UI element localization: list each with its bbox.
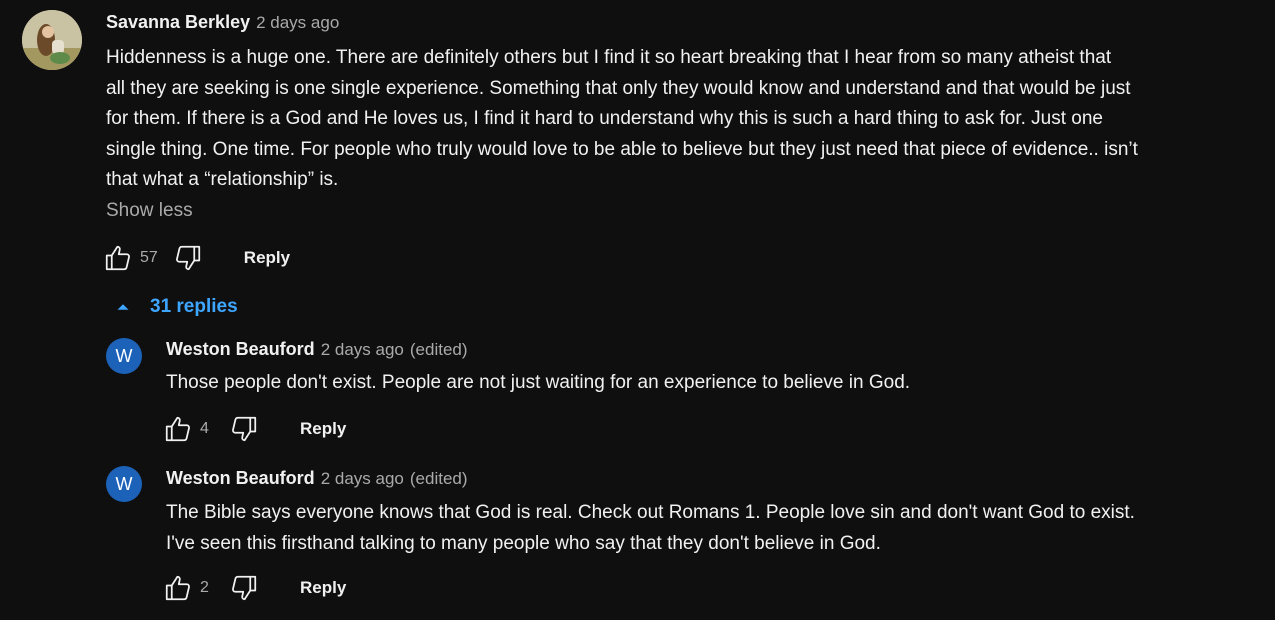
reply-edited-label: (edited) [409, 340, 468, 359]
reply-line: I've seen this firsthand talking to many… [166, 532, 881, 554]
reply-button[interactable]: Reply [300, 419, 346, 439]
replies-count-label: 31 replies [150, 296, 238, 317]
like-count: 2 [200, 579, 209, 596]
reply-line: Those people don't exist. People are not… [166, 372, 911, 393]
comment-body: Hiddenness is a huge one. There are defi… [106, 43, 1256, 196]
thumbs-up-icon [165, 416, 190, 442]
reply-time[interactable]: 2 days ago [321, 469, 404, 489]
comment-line: for them. If there is a God and He loves… [106, 108, 1103, 129]
replies-toggle-button[interactable]: 31 replies [112, 296, 238, 318]
reply-button[interactable]: Reply [244, 248, 290, 268]
reply-button[interactable]: Reply [300, 578, 346, 598]
reply-author[interactable]: Weston Beauford [166, 468, 315, 489]
reply-header: Weston Beauford 2 days ago (edited) [166, 339, 468, 360]
reply-edited-label: (edited) [409, 469, 468, 488]
dislike-button[interactable] [172, 242, 204, 274]
like-button[interactable] [162, 413, 194, 445]
like-button[interactable] [162, 572, 194, 604]
comment-line: all they are seeking is one single exper… [106, 77, 1131, 99]
thumbs-down-icon [175, 245, 200, 271]
comment-header: Savanna Berkley 2 days ago [106, 12, 339, 33]
like-count: 4 [200, 420, 209, 437]
reply-header: Weston Beauford 2 days ago (edited) [166, 468, 468, 489]
dislike-button[interactable] [228, 413, 260, 445]
comment-line: single thing. One time. For people who t… [106, 138, 1138, 160]
comment-author[interactable]: Savanna Berkley [106, 12, 250, 33]
reply-time[interactable]: 2 days ago [321, 340, 404, 360]
comment-actions: 57 Reply [102, 238, 290, 278]
reply-actions: 4 Reply [162, 409, 346, 449]
comment-time[interactable]: 2 days ago [256, 13, 339, 33]
reply-author[interactable]: Weston Beauford [166, 339, 315, 360]
avatar[interactable] [22, 10, 82, 70]
avatar-letter: W [115, 345, 133, 366]
thumbs-up-icon [165, 575, 190, 601]
thumbs-down-icon [232, 575, 257, 601]
reply-avatar[interactable]: W [106, 466, 142, 502]
reply-body: The Bible says everyone knows that God i… [166, 498, 1256, 559]
dislike-button[interactable] [228, 572, 260, 604]
comment-line: Hiddenness is a huge one. There are defi… [106, 47, 1112, 68]
comment-line: that what a “relationship” is. [106, 169, 339, 190]
show-less-button[interactable]: Show less [106, 200, 193, 222]
like-button[interactable] [102, 242, 134, 274]
thumbs-down-icon [232, 416, 257, 442]
reply-line: The Bible says everyone knows that God i… [166, 502, 1135, 523]
chevron-up-icon [117, 304, 129, 310]
avatar-photo-icon [22, 10, 82, 70]
like-count: 57 [140, 249, 158, 266]
reply-avatar[interactable]: W [106, 338, 142, 374]
reply-body: Those people don't exist. People are not… [166, 368, 1256, 399]
avatar-letter: W [115, 473, 133, 494]
reply-actions: 2 Reply [162, 568, 346, 608]
thumbs-up-icon [105, 245, 130, 271]
